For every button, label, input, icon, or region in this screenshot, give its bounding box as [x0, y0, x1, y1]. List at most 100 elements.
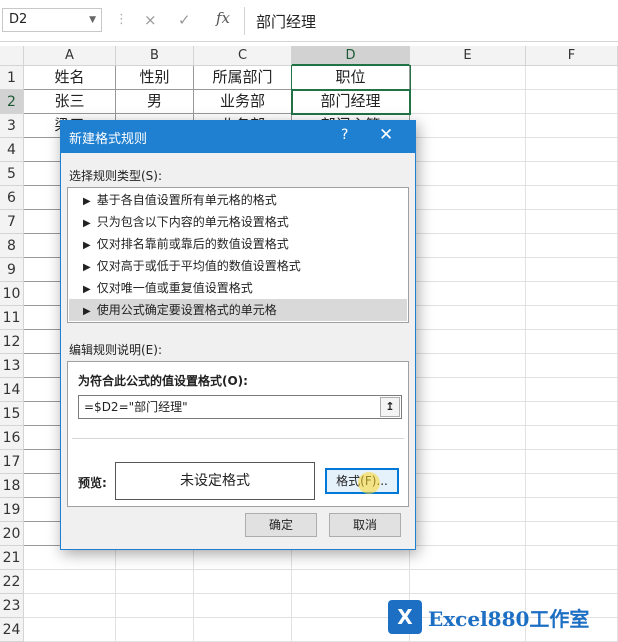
rule-type-item[interactable]: ▶ 仅对排名靠前或靠后的数值设置格式 — [69, 233, 407, 255]
cell-e17[interactable] — [410, 450, 526, 474]
cell-f9[interactable] — [526, 258, 618, 282]
select-all-corner[interactable] — [0, 46, 24, 66]
format-button[interactable]: 格式(F)... — [325, 468, 399, 494]
cell-e20[interactable] — [410, 522, 526, 546]
rule-type-item[interactable]: ▶ 使用公式确定要设置格式的单元格 — [69, 299, 407, 321]
cell-f18[interactable] — [526, 474, 618, 498]
row-header-10[interactable]: 10 — [0, 282, 24, 306]
cell-f16[interactable] — [526, 426, 618, 450]
cell-f19[interactable] — [526, 498, 618, 522]
cell-c2[interactable]: 业务部 — [194, 90, 292, 114]
cell-e10[interactable] — [410, 282, 526, 306]
row-header-3[interactable]: 3 — [0, 114, 24, 138]
rule-type-item[interactable]: ▶ 只为包含以下内容的单元格设置格式 — [69, 211, 407, 233]
cell-f22[interactable] — [526, 570, 618, 594]
cell-e14[interactable] — [410, 378, 526, 402]
row-header-23[interactable]: 23 — [0, 594, 24, 618]
cell-e4[interactable] — [410, 138, 526, 162]
cancel-icon[interactable]: × — [144, 11, 157, 29]
row-header-15[interactable]: 15 — [0, 402, 24, 426]
chevron-down-icon[interactable]: ▼ — [89, 9, 96, 31]
cell-f15[interactable] — [526, 402, 618, 426]
cell-e6[interactable] — [410, 186, 526, 210]
cell-e11[interactable] — [410, 306, 526, 330]
formula-field[interactable]: =$D2="部门经理" ↥ — [78, 395, 402, 419]
row-header-1[interactable]: 1 — [0, 66, 24, 90]
cancel-button[interactable]: 取消 — [329, 513, 401, 537]
column-header-c[interactable]: C — [194, 46, 292, 66]
row-header-4[interactable]: 4 — [0, 138, 24, 162]
row-header-5[interactable]: 5 — [0, 162, 24, 186]
cell-f7[interactable] — [526, 210, 618, 234]
cell-f17[interactable] — [526, 450, 618, 474]
cell-f2[interactable] — [526, 90, 618, 114]
rule-type-item[interactable]: ▶ 仅对高于或低于平均值的数值设置格式 — [69, 255, 407, 277]
row-header-12[interactable]: 12 — [0, 330, 24, 354]
cell-a23[interactable] — [24, 594, 116, 618]
row-header-13[interactable]: 13 — [0, 354, 24, 378]
cell-f8[interactable] — [526, 234, 618, 258]
row-header-16[interactable]: 16 — [0, 426, 24, 450]
rule-type-item[interactable]: ▶ 仅对唯一值或重复值设置格式 — [69, 277, 407, 299]
row-header-14[interactable]: 14 — [0, 378, 24, 402]
rule-type-list[interactable]: ▶ 基于各自值设置所有单元格的格式 ▶ 只为包含以下内容的单元格设置格式 ▶ 仅对排名靠前… — [67, 187, 409, 323]
cell-a24[interactable] — [24, 618, 116, 642]
cell-e8[interactable] — [410, 234, 526, 258]
cell-f1[interactable] — [526, 66, 618, 90]
cell-f11[interactable] — [526, 306, 618, 330]
cell-b1[interactable]: 性别 — [116, 66, 194, 90]
row-header-19[interactable]: 19 — [0, 498, 24, 522]
help-icon[interactable]: ? — [341, 127, 348, 143]
cell-f4[interactable] — [526, 138, 618, 162]
cell-a1[interactable]: 姓名 — [24, 66, 116, 90]
cell-e15[interactable] — [410, 402, 526, 426]
ok-button[interactable]: 确定 — [245, 513, 317, 537]
cell-e2[interactable] — [410, 90, 526, 114]
row-header-18[interactable]: 18 — [0, 474, 24, 498]
cell-f13[interactable] — [526, 354, 618, 378]
insert-function-icon[interactable]: fx — [216, 9, 230, 27]
cell-b2[interactable]: 男 — [116, 90, 194, 114]
column-header-a[interactable]: A — [24, 46, 116, 66]
column-header-d[interactable]: D — [292, 46, 410, 66]
cell-a2[interactable]: 张三 — [24, 90, 116, 114]
row-header-7[interactable]: 7 — [0, 210, 24, 234]
column-header-f[interactable]: F — [526, 46, 618, 66]
cell-f6[interactable] — [526, 186, 618, 210]
row-header-6[interactable]: 6 — [0, 186, 24, 210]
row-header-20[interactable]: 20 — [0, 522, 24, 546]
rule-type-item[interactable]: ▶ 基于各自值设置所有单元格的格式 — [69, 189, 407, 211]
close-icon[interactable]: ✕ — [379, 125, 393, 145]
row-header-17[interactable]: 17 — [0, 450, 24, 474]
cell-c24[interactable] — [194, 618, 292, 642]
cell-e18[interactable] — [410, 474, 526, 498]
cell-f5[interactable] — [526, 162, 618, 186]
cell-d22[interactable] — [292, 570, 410, 594]
cell-f10[interactable] — [526, 282, 618, 306]
row-header-8[interactable]: 8 — [0, 234, 24, 258]
cell-e9[interactable] — [410, 258, 526, 282]
cell-e1[interactable] — [410, 66, 526, 90]
cell-e16[interactable] — [410, 426, 526, 450]
cell-e21[interactable] — [410, 546, 526, 570]
column-header-b[interactable]: B — [116, 46, 194, 66]
cell-f12[interactable] — [526, 330, 618, 354]
cell-b23[interactable] — [116, 594, 194, 618]
cell-e12[interactable] — [410, 330, 526, 354]
row-header-9[interactable]: 9 — [0, 258, 24, 282]
cell-a22[interactable] — [24, 570, 116, 594]
row-header-2[interactable]: 2 — [0, 90, 24, 114]
row-header-24[interactable]: 24 — [0, 618, 24, 642]
cell-b24[interactable] — [116, 618, 194, 642]
cell-e5[interactable] — [410, 162, 526, 186]
cell-c1[interactable]: 所属部门 — [194, 66, 292, 90]
cell-e13[interactable] — [410, 354, 526, 378]
name-box[interactable]: D2 ▼ — [2, 8, 102, 32]
cell-d2[interactable]: 部门经理 — [292, 90, 410, 114]
cell-e19[interactable] — [410, 498, 526, 522]
cell-f21[interactable] — [526, 546, 618, 570]
cell-f20[interactable] — [526, 522, 618, 546]
cell-f3[interactable] — [526, 114, 618, 138]
column-header-e[interactable]: E — [410, 46, 526, 66]
row-header-21[interactable]: 21 — [0, 546, 24, 570]
